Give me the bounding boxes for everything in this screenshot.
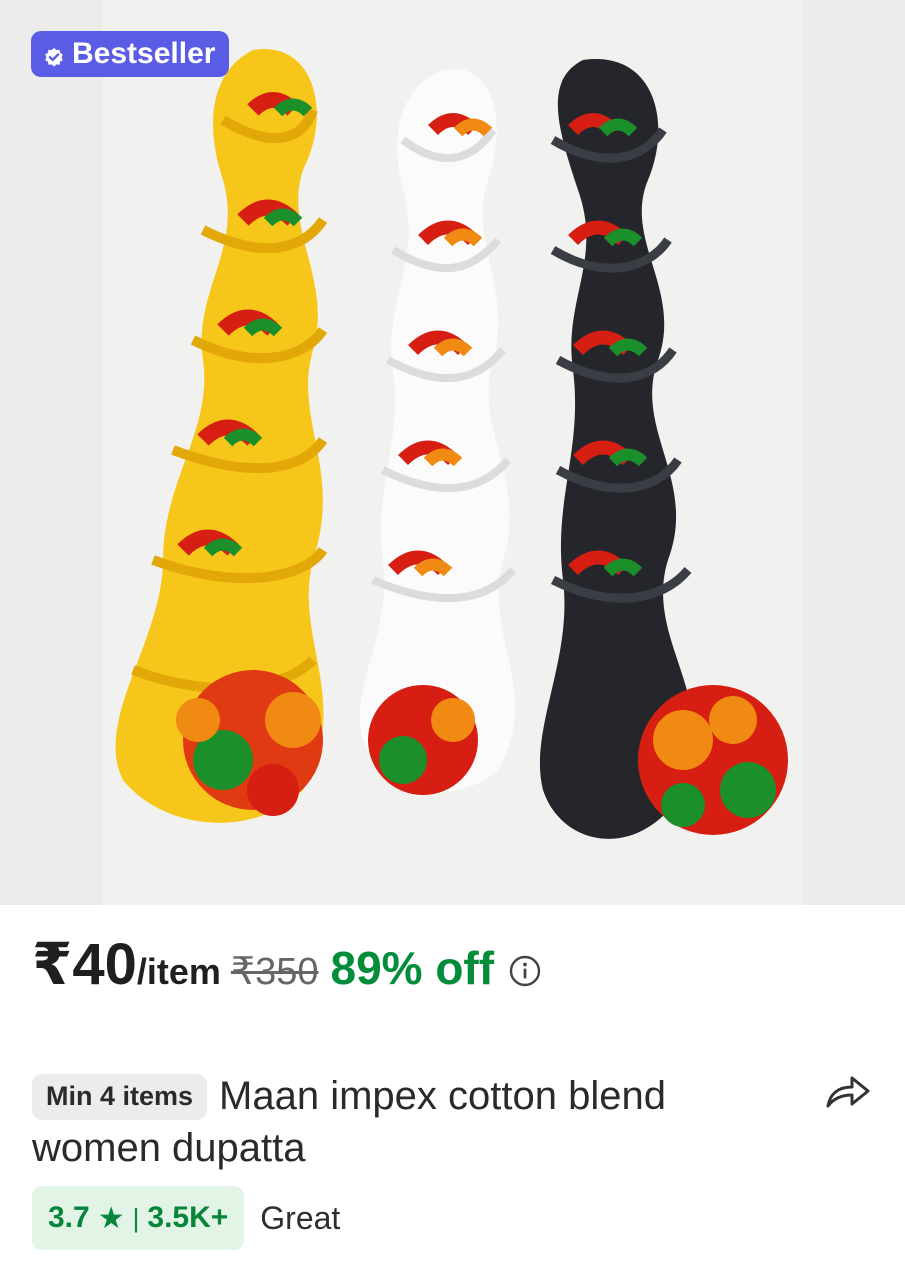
current-price: ₹40 [32,932,137,997]
original-price: ₹350 [230,951,319,993]
dupatta-photo [103,0,802,905]
rating-label: Great [260,1199,341,1236]
share-icon [826,1076,870,1108]
rating-separator: | [132,1202,140,1233]
min-order-pill: Min 4 items [32,1074,208,1120]
share-button[interactable] [822,1070,874,1114]
product-image[interactable] [103,0,802,905]
rating-value: 3.7 [48,1201,90,1234]
product-title-block: Min 4 items Maan impex cotton blend women… [32,1070,792,1174]
price-unit: /item [136,951,221,992]
info-icon[interactable] [508,954,542,988]
price-row: ₹40 /item ₹350 89% off [32,930,542,998]
rating-row: 3.7 ★ | 3.5K+ Great [32,1186,340,1250]
verified-check-icon [43,43,65,67]
rating-badge[interactable]: 3.7 ★ | 3.5K+ [32,1186,245,1250]
rating-count: 3.5K+ [147,1201,229,1234]
bestseller-badge: Bestseller [31,31,230,77]
badge-label: Bestseller [72,37,216,70]
star-icon: ★ [97,1201,125,1235]
discount-label: 89% off [330,942,495,994]
product-image-area[interactable]: Bestseller [0,0,905,905]
